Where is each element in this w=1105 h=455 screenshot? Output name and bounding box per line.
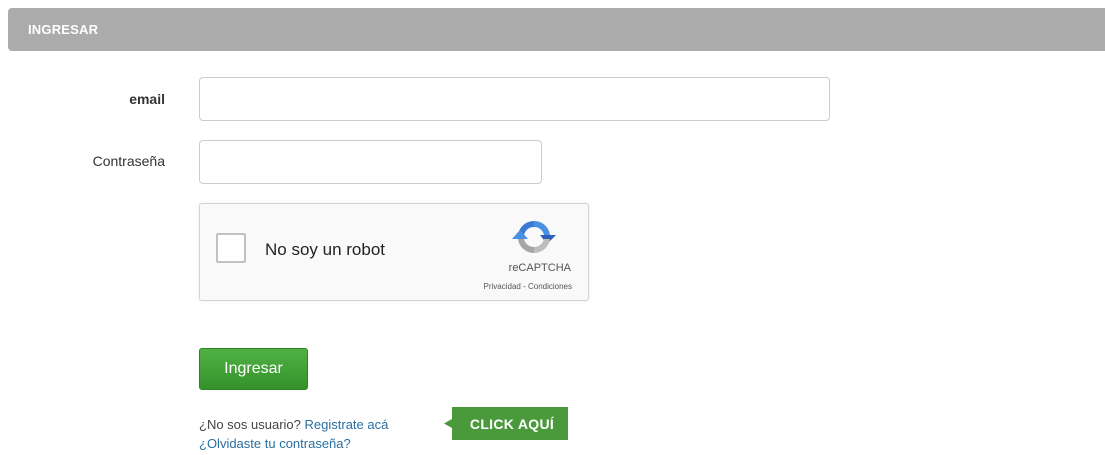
click-here-badge[interactable]: CLICK AQUÍ	[440, 407, 568, 440]
email-field[interactable]	[199, 77, 830, 121]
recaptcha-links[interactable]: Privacidad - Condiciones	[484, 282, 573, 291]
recaptcha-logo-icon	[512, 217, 556, 257]
login-page: INGRESAR email Contraseña No soy un robo…	[0, 0, 1105, 455]
recaptcha-widget: No soy un robot reCAPTCHA Privacidad - C…	[199, 203, 589, 301]
recaptcha-label: No soy un robot	[265, 240, 386, 259]
recaptcha-brand: reCAPTCHA	[508, 262, 571, 274]
forgot-password-line: ¿Olvidaste tu contraseña?	[199, 436, 351, 451]
click-here-label: CLICK AQUÍ	[469, 416, 555, 432]
not-user-text: ¿No sos usuario?	[199, 417, 301, 432]
password-label: Contraseña	[92, 153, 165, 169]
login-header: INGRESAR	[8, 8, 1105, 51]
register-link[interactable]: Registrate acá	[305, 417, 389, 432]
password-field[interactable]	[199, 140, 542, 184]
forgot-password-link[interactable]: ¿Olvidaste tu contraseña?	[199, 436, 351, 451]
register-prompt: ¿No sos usuario? Registrate acá	[199, 417, 388, 432]
recaptcha-checkbox[interactable]	[216, 233, 246, 263]
email-label: email	[129, 91, 165, 107]
page-title: INGRESAR	[28, 22, 99, 37]
submit-button[interactable]: Ingresar	[199, 348, 308, 390]
